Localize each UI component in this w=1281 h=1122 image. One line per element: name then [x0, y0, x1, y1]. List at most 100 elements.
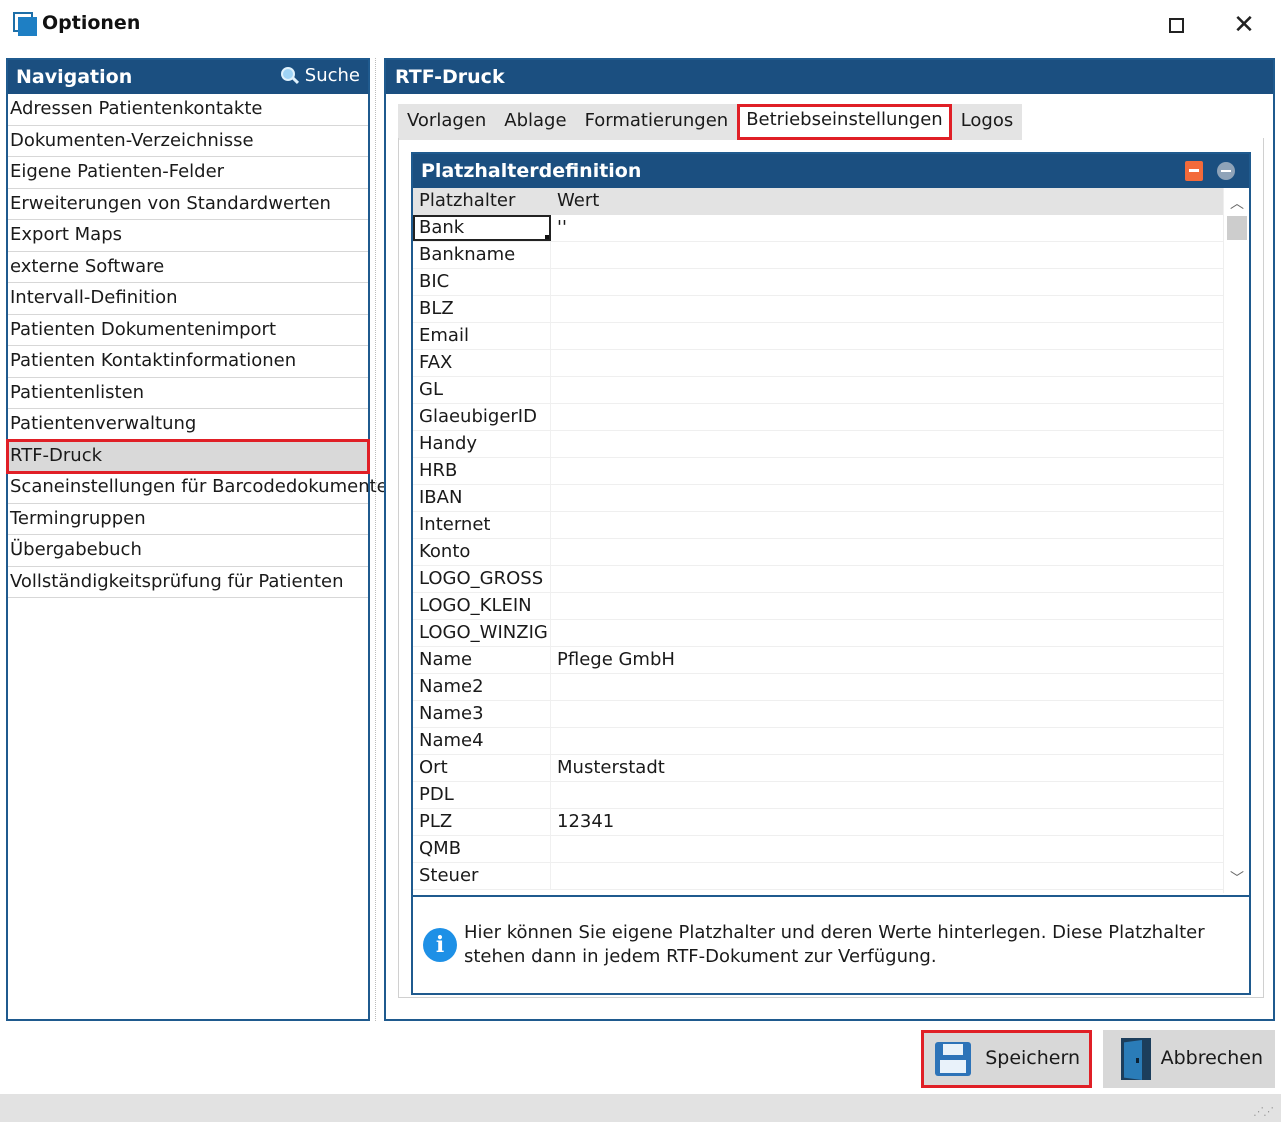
tab-betriebseinstellungen[interactable]: Betriebseinstellungen	[737, 104, 952, 140]
placeholder-cell[interactable]: LOGO_WINZIG	[413, 620, 551, 646]
table-row[interactable]: GL	[413, 377, 1249, 404]
table-row[interactable]: Name3	[413, 701, 1249, 728]
placeholder-cell[interactable]: PLZ	[413, 809, 551, 835]
placeholder-cell[interactable]: BIC	[413, 269, 551, 295]
scroll-up-icon[interactable]: ︿	[1224, 190, 1249, 216]
export-icon[interactable]	[1185, 161, 1203, 181]
table-row[interactable]: BLZ	[413, 296, 1249, 323]
sidebar-item[interactable]: Patientenlisten	[8, 378, 368, 409]
search-button[interactable]: Suche	[280, 65, 360, 86]
table-row[interactable]: Ort Musterstadt	[413, 755, 1249, 782]
placeholder-cell[interactable]: FAX	[413, 350, 551, 376]
placeholder-cell[interactable]: GL	[413, 377, 551, 403]
placeholder-cell[interactable]: Name	[413, 647, 551, 673]
placeholder-cell[interactable]: LOGO_GROSS	[413, 566, 551, 592]
placeholder-cell[interactable]: Name2	[413, 674, 551, 700]
value-cell[interactable]	[551, 242, 1219, 268]
placeholder-cell[interactable]: IBAN	[413, 485, 551, 511]
value-cell[interactable]	[551, 350, 1219, 376]
sidebar-item[interactable]: Scaneinstellungen für Barcodedokumente	[8, 472, 388, 504]
sidebar-item[interactable]: Übergabebuch	[8, 535, 368, 567]
sidebar-item[interactable]: Dokumenten-Verzeichnisse	[8, 126, 368, 157]
table-row[interactable]: Steuer	[413, 863, 1249, 890]
grid-scrollbar[interactable]: ︿ ﹀	[1223, 188, 1249, 893]
table-row[interactable]: BIC	[413, 269, 1249, 296]
table-row[interactable]: FAX	[413, 350, 1249, 377]
value-cell[interactable]	[551, 431, 1219, 457]
value-cell[interactable]	[551, 593, 1219, 619]
placeholder-cell[interactable]: PDL	[413, 782, 551, 808]
placeholder-cell[interactable]: HRB	[413, 458, 551, 484]
value-cell[interactable]: Pflege GmbH	[551, 647, 1219, 673]
value-cell[interactable]	[551, 566, 1219, 592]
value-cell[interactable]	[551, 836, 1219, 862]
value-cell[interactable]: 12341	[551, 809, 1219, 835]
table-row[interactable]: Email	[413, 323, 1249, 350]
sidebar-item[interactable]: Vollständigkeitsprüfung für Patienten	[8, 567, 368, 598]
table-row[interactable]: Bank ''	[413, 215, 1249, 242]
close-button[interactable]: ✕	[1224, 8, 1264, 42]
panel-splitter[interactable]	[375, 58, 377, 1021]
table-row[interactable]: PDL	[413, 782, 1249, 809]
placeholder-cell[interactable]: Handy	[413, 431, 551, 457]
value-cell[interactable]	[551, 863, 1219, 889]
value-cell[interactable]	[551, 377, 1219, 403]
placeholder-cell[interactable]: Name3	[413, 701, 551, 727]
column-header-placeholder[interactable]: Platzhalter	[413, 188, 551, 215]
scroll-down-icon[interactable]: ﹀	[1224, 865, 1249, 891]
sidebar-item[interactable]: externe Software	[8, 252, 368, 283]
value-cell[interactable]	[551, 485, 1219, 511]
value-cell[interactable]	[551, 458, 1219, 484]
table-row[interactable]: QMB	[413, 836, 1249, 863]
sidebar-item[interactable]: Erweiterungen von Standardwerten	[8, 189, 368, 220]
sidebar-item[interactable]: Export Maps	[8, 220, 368, 252]
value-cell[interactable]	[551, 701, 1219, 727]
placeholder-cell[interactable]: LOGO_KLEIN	[413, 593, 551, 619]
placeholder-cell[interactable]: Email	[413, 323, 551, 349]
value-cell[interactable]	[551, 512, 1219, 538]
value-cell[interactable]	[551, 404, 1219, 430]
placeholder-cell[interactable]: Bankname	[413, 242, 551, 268]
value-cell[interactable]	[551, 269, 1219, 295]
cancel-button[interactable]: Abbrechen	[1103, 1030, 1275, 1088]
sidebar-item[interactable]: Patienten Dokumentenimport	[8, 315, 368, 346]
placeholder-cell[interactable]: BLZ	[413, 296, 551, 322]
tab-vorlagen[interactable]: Vorlagen	[398, 104, 495, 140]
table-row[interactable]: LOGO_GROSS	[413, 566, 1249, 593]
placeholder-cell[interactable]: Ort	[413, 755, 551, 781]
sidebar-item[interactable]: Termingruppen	[8, 504, 368, 535]
sidebar-item[interactable]: RTF-Druck	[6, 438, 370, 474]
value-cell[interactable]	[551, 620, 1219, 646]
sidebar-item[interactable]: Intervall-Definition	[8, 283, 368, 315]
tab-logos[interactable]: Logos	[952, 104, 1023, 140]
sidebar-item[interactable]: Patienten Kontaktinformationen	[8, 346, 368, 378]
table-row[interactable]: Name4	[413, 728, 1249, 755]
tab-formatierungen[interactable]: Formatierungen	[576, 104, 738, 140]
value-cell[interactable]	[551, 728, 1219, 754]
placeholder-cell[interactable]: QMB	[413, 836, 551, 862]
table-row[interactable]: Handy	[413, 431, 1249, 458]
sidebar-item[interactable]: Eigene Patienten-Felder	[8, 157, 368, 189]
column-header-value[interactable]: Wert	[551, 188, 1219, 215]
placeholder-cell[interactable]: Internet	[413, 512, 551, 538]
table-row[interactable]: Bankname	[413, 242, 1249, 269]
maximize-button[interactable]	[1156, 8, 1196, 42]
placeholder-cell[interactable]: Konto	[413, 539, 551, 565]
table-row[interactable]: Internet	[413, 512, 1249, 539]
table-row[interactable]: HRB	[413, 458, 1249, 485]
table-row[interactable]: GlaeubigerID	[413, 404, 1249, 431]
value-cell[interactable]	[551, 323, 1219, 349]
table-row[interactable]: Konto	[413, 539, 1249, 566]
placeholder-cell[interactable]: Name4	[413, 728, 551, 754]
tab-ablage[interactable]: Ablage	[495, 104, 575, 140]
sidebar-item[interactable]: Patientenverwaltung	[8, 409, 368, 441]
table-row[interactable]: IBAN	[413, 485, 1249, 512]
scroll-thumb[interactable]	[1227, 216, 1247, 240]
placeholder-cell[interactable]: Bank	[413, 215, 551, 241]
save-button[interactable]: Speichern	[921, 1030, 1092, 1088]
value-cell[interactable]	[551, 539, 1219, 565]
value-cell[interactable]: ''	[551, 215, 1219, 241]
value-cell[interactable]	[551, 674, 1219, 700]
table-row[interactable]: LOGO_KLEIN	[413, 593, 1249, 620]
table-row[interactable]: Name2	[413, 674, 1249, 701]
